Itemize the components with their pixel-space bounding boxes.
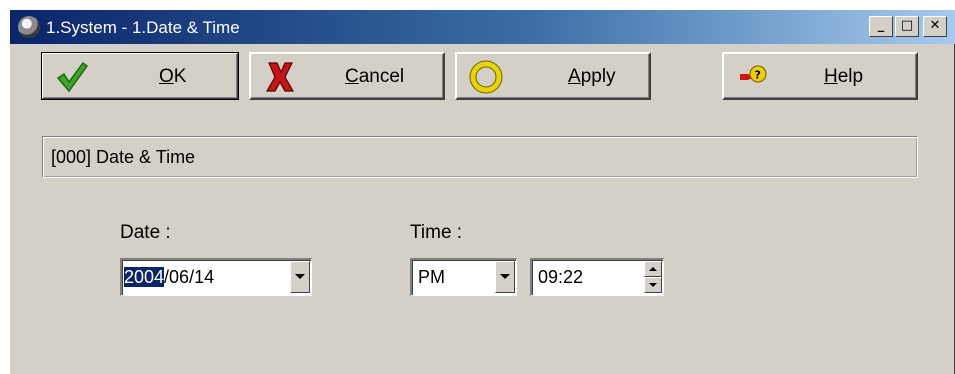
date-dropdown-arrow-icon[interactable]	[290, 261, 310, 293]
ring-icon	[469, 60, 503, 94]
maximize-button[interactable]: □	[895, 16, 919, 37]
cancel-button[interactable]: Cancel	[249, 52, 445, 100]
apply-label: Apply	[568, 66, 616, 87]
cancel-label: Cancel	[345, 66, 405, 87]
ok-button[interactable]: OK	[41, 52, 239, 100]
svg-text:?: ?	[755, 69, 761, 82]
time-spin-buttons	[644, 261, 662, 293]
x-icon	[265, 62, 295, 92]
section-header-label: [000] Date & Time	[51, 147, 196, 167]
ampm-dropdown[interactable]: PM	[410, 258, 517, 296]
ampm-dropdown-arrow-icon[interactable]	[495, 261, 515, 293]
date-dropdown[interactable]: 2004/06/14	[120, 258, 312, 296]
date-year-selected: 2004	[124, 267, 165, 287]
checkmark-icon	[56, 61, 89, 93]
date-value: 2004/06/14	[124, 267, 214, 288]
help-button[interactable]: ? Help	[722, 52, 918, 100]
time-value: 09:22	[538, 267, 584, 287]
window-title: 1.System - 1.Date & Time	[46, 18, 240, 37]
date-label: Date :	[120, 222, 171, 243]
date-value-rest: /06/14	[164, 267, 215, 287]
time-spinner[interactable]: 09:22	[530, 258, 664, 296]
help-label: Help	[824, 66, 864, 87]
ok-label: OK	[159, 66, 187, 87]
time-label: Time :	[410, 222, 463, 243]
title-bar[interactable]: 1.System - 1.Date & Time _ □ ✕	[10, 10, 955, 44]
date-time-window: 1.System - 1.Date & Time _ □ ✕ OK Cancel…	[8, 8, 955, 374]
ampm-value: PM	[418, 267, 445, 287]
time-spin-down-icon[interactable]	[644, 277, 662, 293]
time-spin-up-icon[interactable]	[644, 261, 662, 277]
app-icon	[18, 16, 40, 38]
close-button[interactable]: ✕	[923, 16, 947, 37]
section-header-panel: [000] Date & Time	[42, 136, 918, 178]
minimize-button[interactable]: _	[869, 16, 893, 37]
help-icon: ?	[740, 65, 767, 83]
apply-button[interactable]: Apply	[455, 52, 651, 100]
